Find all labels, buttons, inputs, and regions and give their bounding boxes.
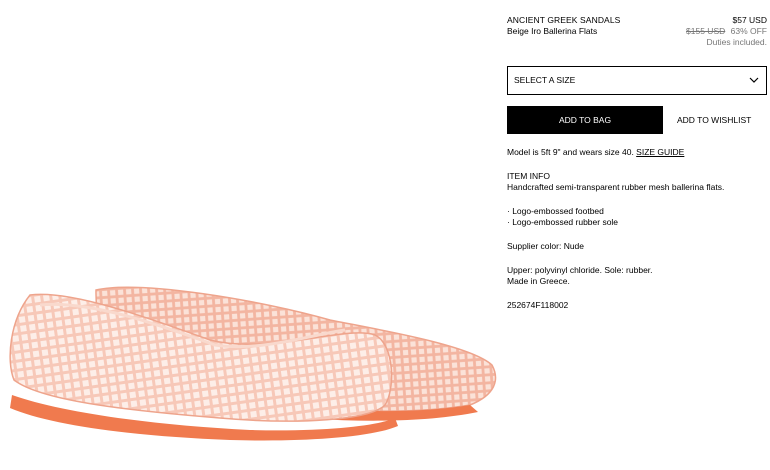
product-subheader: Beige Iro Ballerina Flats $155 USD 63% O…	[507, 26, 767, 37]
product-header: ANCIENT GREEK SANDALS $57 USD	[507, 15, 767, 26]
supplier-color: Supplier color: Nude	[507, 241, 585, 251]
original-price: $155 USD	[686, 26, 726, 36]
feature-item: · Logo-embossed footbed	[507, 206, 604, 216]
price-detail: $155 USD 63% OFF	[686, 26, 767, 37]
add-to-bag-button[interactable]: ADD TO BAG	[507, 106, 663, 134]
product-sku: 252674F118002	[507, 300, 569, 310]
model-info-text: Model is 5ft 9" and wears size 40.	[507, 147, 637, 157]
product-details-panel: ANCIENT GREEK SANDALS $57 USD Beige Iro …	[507, 15, 767, 311]
model-info: Model is 5ft 9" and wears size 40. SIZE …	[507, 147, 767, 158]
origin-info: Made in Greece.	[507, 276, 570, 286]
jelly-flats-illustration	[9, 286, 497, 441]
size-dropdown[interactable]: SELECT A SIZE	[507, 66, 767, 95]
size-guide-link[interactable]: SIZE GUIDE	[636, 147, 684, 157]
feature-item: · Logo-embossed rubber sole	[507, 217, 619, 227]
purchase-actions: ADD TO BAG ADD TO WISHLIST	[507, 106, 767, 134]
product-image	[0, 0, 500, 470]
size-dropdown-label: SELECT A SIZE	[514, 75, 576, 85]
duties-note: Duties included.	[706, 37, 767, 47]
current-price: $57 USD	[732, 15, 768, 25]
brand-name[interactable]: ANCIENT GREEK SANDALS	[507, 15, 620, 26]
product-name: Beige Iro Ballerina Flats	[507, 26, 598, 36]
item-info-section: ITEM INFO Handcrafted semi-transparent r…	[507, 171, 767, 311]
item-description: Handcrafted semi-transparent rubber mesh…	[507, 182, 725, 192]
discount-badge: 63% OFF	[730, 26, 767, 36]
chevron-down-icon	[749, 75, 759, 86]
add-to-wishlist-link[interactable]: ADD TO WISHLIST	[677, 115, 751, 126]
material-info: Upper: polyvinyl chloride. Sole: rubber.	[507, 265, 653, 275]
item-info-heading: ITEM INFO	[507, 171, 550, 181]
